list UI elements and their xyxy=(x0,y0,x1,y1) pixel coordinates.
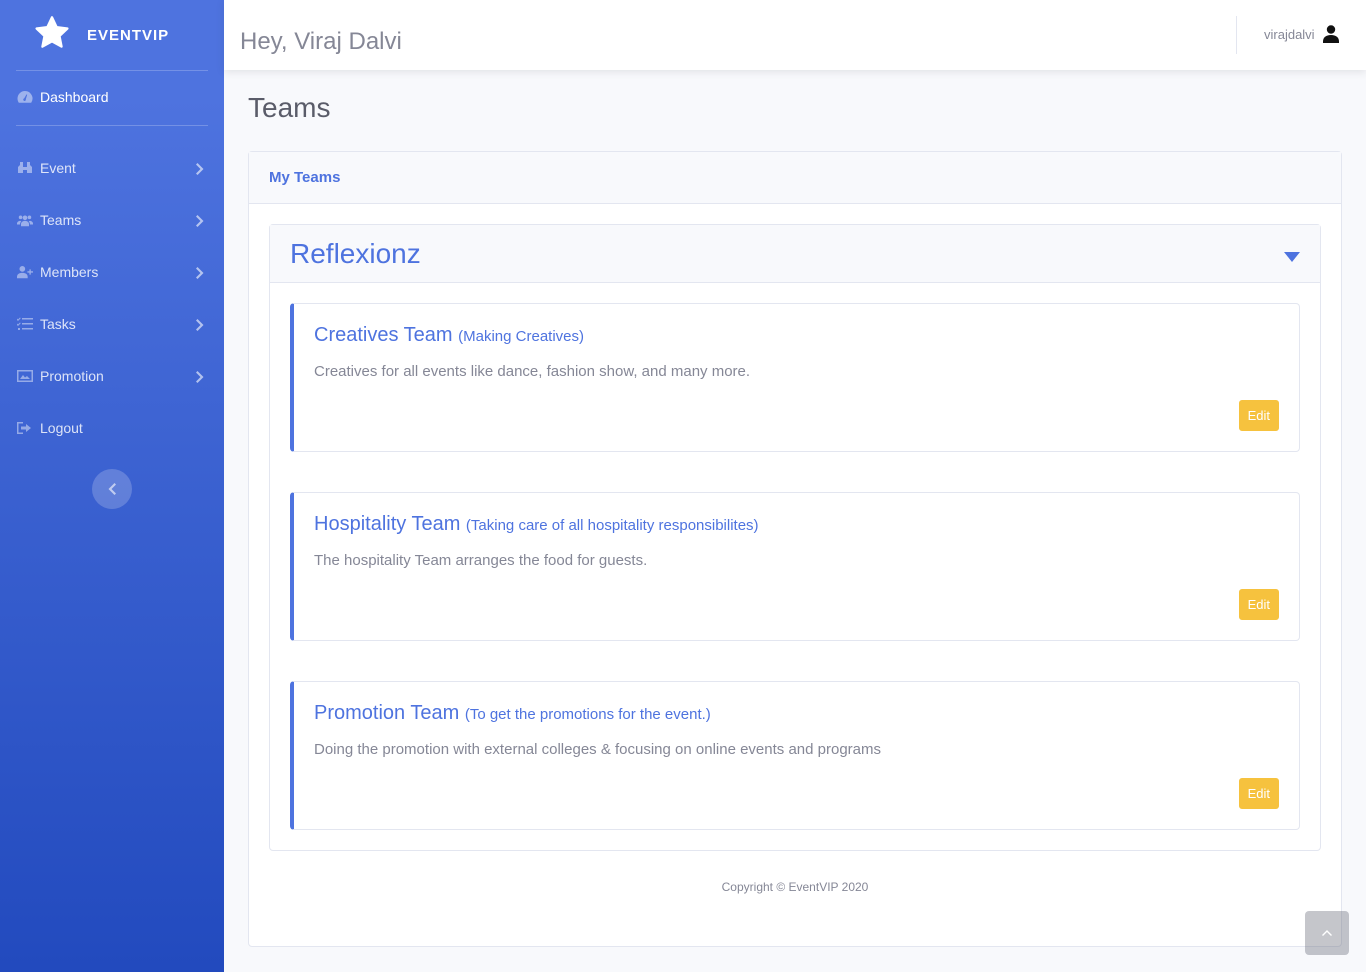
team-subtitle: (Making Creatives) xyxy=(458,328,585,345)
sidebar-item-teams[interactable]: Teams xyxy=(0,194,224,246)
team-card: Promotion Team (To get the promotions fo… xyxy=(290,681,1300,830)
sidebar-item-label: Logout xyxy=(40,420,83,436)
binoculars-icon xyxy=(16,161,34,175)
image-icon xyxy=(16,369,34,383)
caret-down-icon xyxy=(1284,246,1300,262)
sidebar-item-label: Teams xyxy=(40,212,82,228)
page-title: Teams xyxy=(248,92,331,123)
organization-panel: Reflexionz Creatives Team (Making Creati… xyxy=(269,224,1321,851)
brand[interactable]: EVENTVIP xyxy=(0,0,224,70)
team-card: Creatives Team (Making Creatives) Creati… xyxy=(290,303,1300,452)
sidebar-item-label: Promotion xyxy=(40,368,104,384)
topbar-divider xyxy=(1236,16,1237,54)
users-icon xyxy=(16,213,34,227)
angle-up-icon xyxy=(1322,930,1332,936)
chevron-right-icon xyxy=(196,162,204,175)
team-description: Doing the promotion with external colleg… xyxy=(314,741,881,758)
team-description: The hospitality Team arranges the food f… xyxy=(314,552,648,569)
scroll-to-top-button[interactable] xyxy=(1305,911,1349,955)
tasks-icon xyxy=(16,317,34,331)
sign-out-icon xyxy=(16,421,34,435)
user-menu[interactable]: virajdalvi xyxy=(1264,25,1339,43)
sidebar-toggle-button[interactable] xyxy=(92,469,132,509)
topbar: Hey, Viraj Dalvi virajdalvi xyxy=(224,0,1366,70)
team-title: Hospitality Team (Taking care of all hos… xyxy=(314,513,759,536)
sidebar: EVENTVIP Dashboard Event Teams Members T… xyxy=(0,0,224,972)
chevron-right-icon xyxy=(196,370,204,383)
sidebar-item-members[interactable]: Members xyxy=(0,246,224,298)
greeting: Hey, Viraj Dalvi xyxy=(240,28,402,55)
team-name: Promotion Team xyxy=(314,702,460,724)
organization-header[interactable]: Reflexionz xyxy=(270,225,1320,283)
sidebar-item-label: Members xyxy=(40,264,99,280)
team-title: Creatives Team (Making Creatives) xyxy=(314,324,584,347)
sidebar-item-event[interactable]: Event xyxy=(0,142,224,194)
team-name: Hospitality Team xyxy=(314,513,461,535)
star-icon xyxy=(34,15,70,56)
chevron-right-icon xyxy=(196,318,204,331)
sidebar-item-label: Tasks xyxy=(40,316,76,332)
edit-button[interactable]: Edit xyxy=(1238,400,1279,431)
sidebar-item-tasks[interactable]: Tasks xyxy=(0,298,224,350)
chevron-right-icon xyxy=(196,266,204,279)
sidebar-item-promotion[interactable]: Promotion xyxy=(0,350,224,402)
my-teams-card: My Teams Reflexionz Creatives Team (Maki… xyxy=(248,151,1342,947)
team-name: Creatives Team xyxy=(314,324,453,346)
team-card: Hospitality Team (Taking care of all hos… xyxy=(290,492,1300,641)
team-subtitle: (To get the promotions for the event.) xyxy=(464,706,711,723)
sidebar-divider xyxy=(16,125,208,126)
sidebar-item-dashboard[interactable]: Dashboard xyxy=(0,71,224,123)
edit-button[interactable]: Edit xyxy=(1238,589,1279,620)
brand-name: EVENTVIP xyxy=(87,26,170,44)
team-description: Creatives for all events like dance, fas… xyxy=(314,363,751,380)
organization-name: Reflexionz xyxy=(290,237,421,269)
chevron-right-icon xyxy=(196,214,204,227)
sidebar-item-label: Event xyxy=(40,160,76,176)
sidebar-item-logout[interactable]: Logout xyxy=(0,402,224,454)
tachometer-icon xyxy=(16,90,34,104)
edit-button[interactable]: Edit xyxy=(1238,778,1279,809)
user-plus-icon xyxy=(16,265,34,279)
username: virajdalvi xyxy=(1264,26,1315,42)
team-subtitle: (Taking care of all hospitality responsi… xyxy=(465,517,759,534)
sidebar-item-label: Dashboard xyxy=(40,89,109,105)
card-header: My Teams xyxy=(249,152,1341,204)
team-title: Promotion Team (To get the promotions fo… xyxy=(314,702,711,725)
footer-copyright: Copyright © EventVIP 2020 xyxy=(721,880,869,894)
user-icon xyxy=(1315,25,1339,43)
chevron-left-icon xyxy=(108,483,116,495)
